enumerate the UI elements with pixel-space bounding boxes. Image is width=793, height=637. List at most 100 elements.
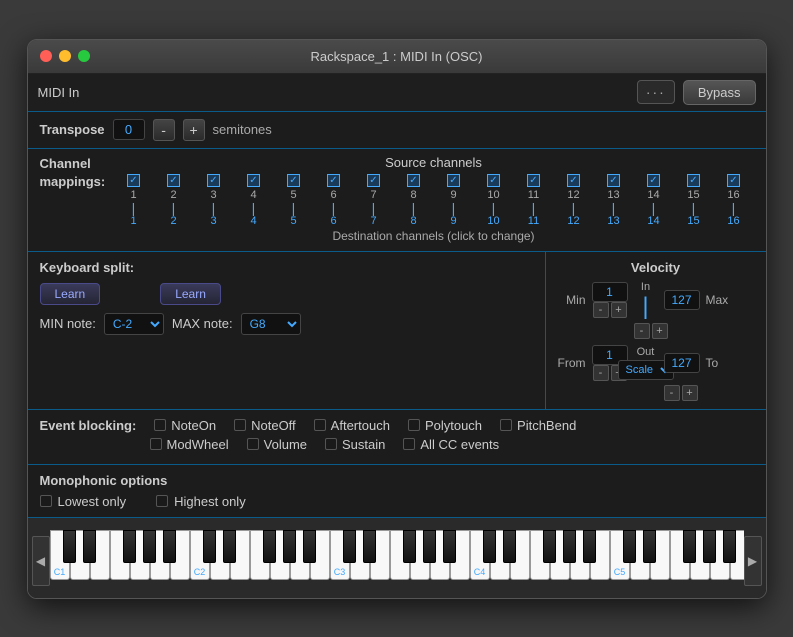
event-polytouch: Polytouch	[408, 418, 482, 433]
maximize-button[interactable]	[78, 50, 90, 62]
black-key-5-1[interactable]	[643, 530, 656, 563]
transpose-plus-button[interactable]: +	[183, 119, 205, 141]
velocity-to-minus[interactable]: -	[664, 385, 680, 401]
velocity-from-minus[interactable]: -	[593, 365, 609, 381]
black-key-1-4[interactable]	[143, 530, 156, 563]
black-key-3-3[interactable]	[403, 530, 416, 563]
event-polytouch-checkbox[interactable]	[408, 419, 420, 431]
event-blocking-title: Event blocking:	[40, 418, 137, 433]
ch-checkbox-7[interactable]	[367, 174, 380, 187]
black-key-3-5[interactable]	[443, 530, 456, 563]
black-key-3-1[interactable]	[363, 530, 376, 563]
highest-only-checkbox[interactable]	[156, 495, 168, 507]
velocity-max-minus[interactable]: -	[634, 323, 650, 339]
ch-checkbox-4[interactable]	[247, 174, 260, 187]
velocity-to-plus[interactable]: +	[682, 385, 698, 401]
ch-checkbox-5[interactable]	[287, 174, 300, 187]
event-sustain-label: Sustain	[342, 437, 385, 452]
velocity-min-pm: - +	[593, 302, 627, 318]
event-noteon-checkbox[interactable]	[154, 419, 166, 431]
keyboard-split-title: Keyboard split:	[40, 260, 533, 275]
ch-checkbox-6[interactable]	[327, 174, 340, 187]
black-key-1-5[interactable]	[163, 530, 176, 563]
highest-only-label: Highest only	[174, 494, 246, 509]
ch-checkbox-3[interactable]	[207, 174, 220, 187]
lowest-only-checkbox[interactable]	[40, 495, 52, 507]
black-key-1-3[interactable]	[123, 530, 136, 563]
event-noteoff-checkbox[interactable]	[234, 419, 246, 431]
options-button[interactable]: ···	[637, 80, 675, 104]
event-volume-checkbox[interactable]	[247, 438, 259, 450]
ch-checkbox-9[interactable]	[447, 174, 460, 187]
velocity-to-pm: - +	[664, 385, 698, 401]
ch-cell-7: 7 | 7	[354, 174, 394, 227]
black-key-5-3[interactable]	[683, 530, 696, 563]
black-key-4-4[interactable]	[563, 530, 576, 563]
keyboard-split-section: Keyboard split: Learn Learn MIN note: C-…	[28, 252, 546, 409]
black-key-4-3[interactable]	[543, 530, 556, 563]
black-key-1-1[interactable]	[83, 530, 96, 563]
event-pitchbend-checkbox[interactable]	[500, 419, 512, 431]
black-key-2-1[interactable]	[223, 530, 236, 563]
learn-min-button[interactable]: Learn	[40, 283, 101, 305]
ch-checkbox-12[interactable]	[567, 174, 580, 187]
piano-left-arrow[interactable]: ◀	[32, 536, 50, 586]
black-key-4-1[interactable]	[503, 530, 516, 563]
black-key-5-0[interactable]	[623, 530, 636, 563]
ch-checkbox-1[interactable]	[127, 174, 140, 187]
velocity-min-input[interactable]	[592, 282, 628, 302]
learn-buttons-row: Learn Learn	[40, 283, 533, 305]
black-key-4-5[interactable]	[583, 530, 596, 563]
piano-right-arrow[interactable]: ▶	[744, 536, 762, 586]
black-key-5-5[interactable]	[723, 530, 736, 563]
transpose-input[interactable]	[113, 119, 145, 140]
event-blocking-row2: ModWheel Volume Sustain All CC events	[40, 437, 754, 452]
black-key-2-5[interactable]	[303, 530, 316, 563]
ch-checkbox-16[interactable]	[727, 174, 740, 187]
event-allcc-checkbox[interactable]	[403, 438, 415, 450]
ch-checkbox-14[interactable]	[647, 174, 660, 187]
event-volume-label: Volume	[264, 437, 307, 452]
max-label: Max	[706, 293, 729, 307]
monophonic-section: Monophonic options Lowest only Highest o…	[28, 465, 766, 518]
minimize-button[interactable]	[59, 50, 71, 62]
destination-channels-title[interactable]: Destination channels (click to change)	[114, 229, 754, 243]
transpose-minus-button[interactable]: -	[153, 119, 175, 141]
ch-checkbox-8[interactable]	[407, 174, 420, 187]
channel-mappings-section: Channel mappings: Source channels 1 | 1	[28, 149, 766, 252]
event-allcc-label: All CC events	[420, 437, 499, 452]
velocity-max-input[interactable]	[664, 290, 700, 310]
velocity-min-minus[interactable]: -	[593, 302, 609, 318]
ch-cell-15: 15 | 15	[674, 174, 714, 227]
event-noteon-label: NoteOn	[171, 418, 216, 433]
ch-checkbox-10[interactable]	[487, 174, 500, 187]
lowest-only-label: Lowest only	[58, 494, 127, 509]
velocity-to-input[interactable]	[664, 353, 700, 373]
min-note-select[interactable]: C-2	[104, 313, 164, 335]
black-key-4-0[interactable]	[483, 530, 496, 563]
black-key-2-3[interactable]	[263, 530, 276, 563]
close-button[interactable]	[40, 50, 52, 62]
ch-checkbox-11[interactable]	[527, 174, 540, 187]
velocity-min-plus[interactable]: +	[611, 302, 627, 318]
event-modwheel-checkbox[interactable]	[150, 438, 162, 450]
event-sustain-checkbox[interactable]	[325, 438, 337, 450]
ch-checkbox-13[interactable]	[607, 174, 620, 187]
black-key-5-4[interactable]	[703, 530, 716, 563]
black-key-3-0[interactable]	[343, 530, 356, 563]
black-key-1-0[interactable]	[63, 530, 76, 563]
velocity-max-plus[interactable]: +	[652, 323, 668, 339]
bypass-button[interactable]: Bypass	[683, 80, 756, 105]
event-noteoff: NoteOff	[234, 418, 296, 433]
event-polytouch-label: Polytouch	[425, 418, 482, 433]
titlebar: Rackspace_1 : MIDI In (OSC)	[28, 40, 766, 74]
event-aftertouch-checkbox[interactable]	[314, 419, 326, 431]
black-key-3-4[interactable]	[423, 530, 436, 563]
black-key-2-4[interactable]	[283, 530, 296, 563]
black-key-2-0[interactable]	[203, 530, 216, 563]
event-noteon: NoteOn	[154, 418, 216, 433]
ch-checkbox-2[interactable]	[167, 174, 180, 187]
max-note-select[interactable]: G8	[241, 313, 301, 335]
ch-checkbox-15[interactable]	[687, 174, 700, 187]
learn-max-button[interactable]: Learn	[160, 283, 221, 305]
